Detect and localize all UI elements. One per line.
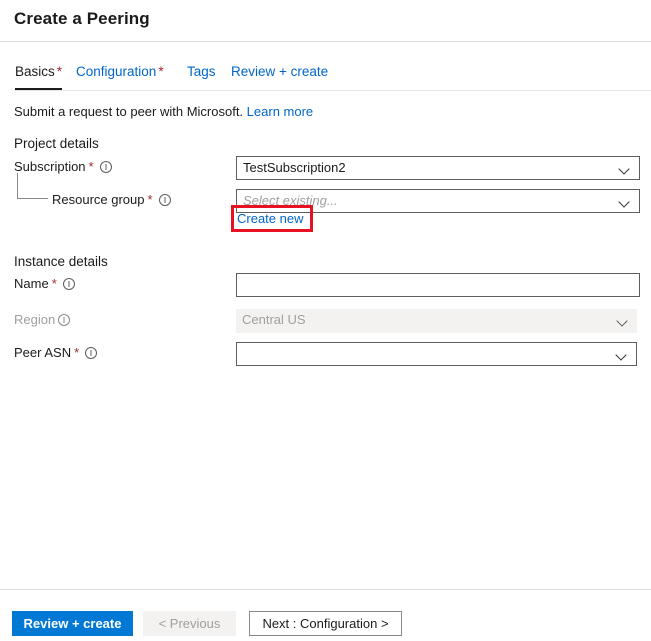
review-create-button[interactable]: Review + create	[12, 611, 133, 636]
tabstrip: Basics * Configuration * Tags Review + cre…	[0, 62, 651, 91]
name-required-mark: *	[51, 276, 57, 291]
subscription-required-mark: *	[88, 159, 94, 174]
section-heading-instance-details: Instance details	[14, 254, 108, 269]
peer-asn-dropdown[interactable]	[236, 342, 637, 366]
peer-asn-required-mark: *	[74, 345, 80, 360]
previous-button: < Previous	[143, 611, 236, 636]
tab-basics-required-mark: *	[56, 64, 63, 79]
section-heading-project-details: Project details	[14, 136, 99, 151]
tab-active-indicator	[15, 88, 63, 90]
tab-configuration[interactable]: Configuration *	[76, 62, 164, 90]
tab-review-create-label: Review + create	[231, 64, 329, 79]
label-peer-asn: Peer ASN *	[14, 345, 98, 360]
tab-basics-label: Basics	[15, 64, 55, 79]
label-region: Region	[14, 312, 71, 327]
header-divider	[0, 41, 651, 42]
label-region-text: Region	[14, 312, 56, 327]
region-dropdown: Central US	[236, 309, 637, 333]
info-icon-peer-asn[interactable]	[85, 346, 98, 359]
info-icon-name[interactable]	[62, 277, 75, 290]
label-name-text: Name	[14, 276, 49, 291]
label-resource-group: Resource group *	[52, 192, 171, 207]
page-title: Create a Peering	[14, 9, 150, 28]
region-value: Central US	[242, 312, 306, 327]
tab-tags-label: Tags	[187, 64, 216, 79]
blade-header: Create a Peering	[0, 0, 651, 41]
create-new-resource-group-link[interactable]: Create new	[237, 211, 303, 226]
name-input[interactable]	[236, 273, 640, 297]
label-name: Name *	[14, 276, 75, 291]
resource-group-dropdown[interactable]: Select existing...	[236, 189, 640, 213]
label-subscription-text: Subscription	[14, 159, 86, 174]
learn-more-link[interactable]: Learn more	[247, 104, 313, 119]
info-icon-resource-group[interactable]	[158, 193, 171, 206]
chevron-down-icon	[619, 157, 631, 179]
tabstrip-baseline	[14, 90, 651, 91]
chevron-down-icon	[616, 343, 628, 365]
chevron-down-icon	[617, 309, 629, 333]
footer-divider	[0, 589, 651, 590]
tab-configuration-required-mark: *	[158, 64, 164, 79]
next-configuration-button[interactable]: Next : Configuration >	[249, 611, 402, 636]
tab-tags[interactable]: Tags	[187, 62, 216, 90]
tab-basics[interactable]: Basics *	[15, 62, 63, 90]
resource-group-placeholder: Select existing...	[243, 193, 338, 208]
tab-review-create[interactable]: Review + create	[231, 62, 328, 90]
blade-description: Submit a request to peer with Microsoft.…	[14, 104, 313, 119]
tab-configuration-label: Configuration	[76, 64, 157, 79]
subscription-value: TestSubscription2	[243, 160, 346, 175]
label-resource-group-text: Resource group	[52, 192, 145, 207]
subscription-dropdown[interactable]: TestSubscription2	[236, 156, 640, 180]
description-text: Submit a request to peer with Microsoft.	[14, 104, 244, 119]
label-peer-asn-text: Peer ASN	[14, 345, 72, 360]
info-icon-subscription[interactable]	[99, 160, 112, 173]
chevron-down-icon	[619, 190, 631, 212]
resource-group-tree-connector	[17, 173, 48, 199]
label-subscription: Subscription *	[14, 159, 112, 174]
resource-group-required-mark: *	[147, 192, 153, 207]
info-icon-region[interactable]	[58, 313, 71, 326]
